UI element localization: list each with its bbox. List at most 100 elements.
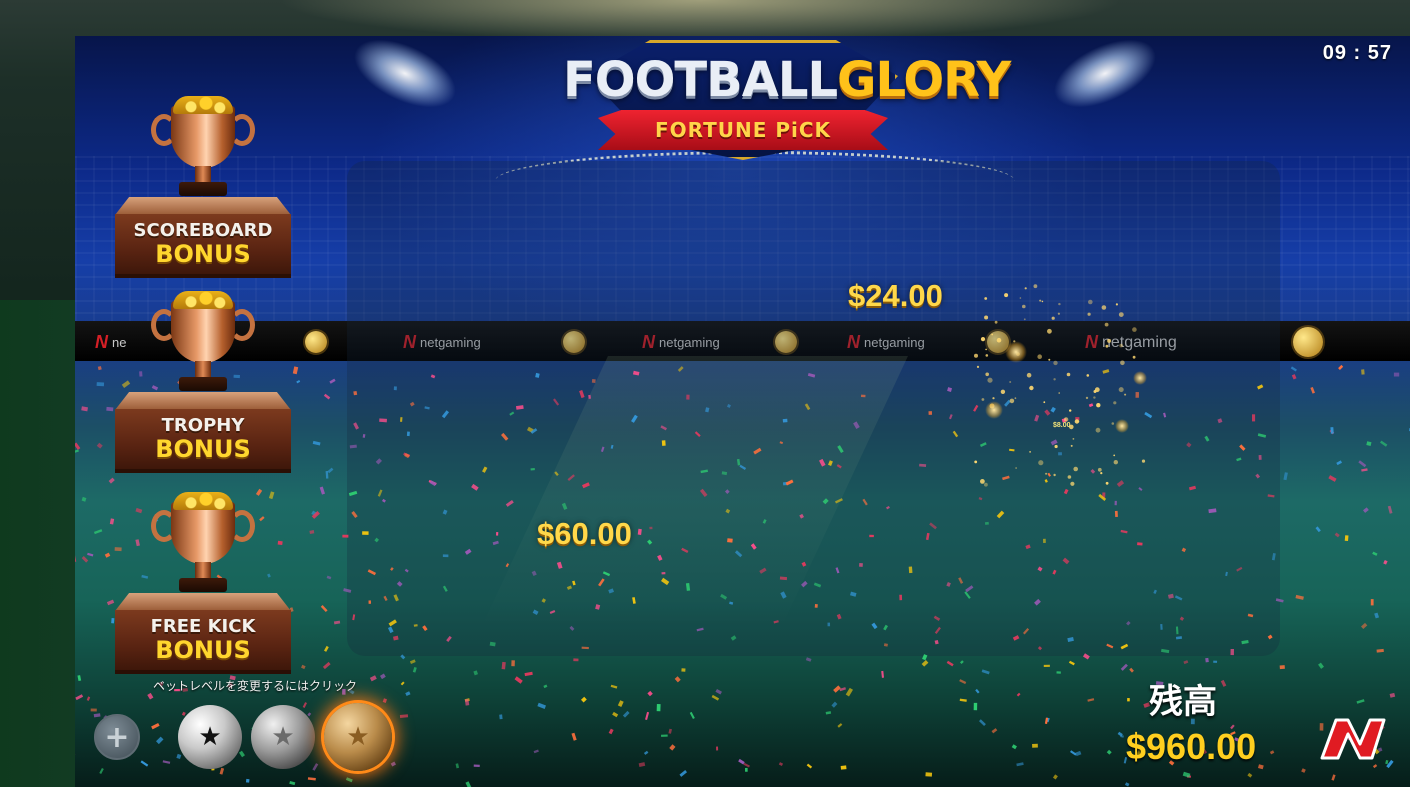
- sparkle-particle: [1086, 374, 1090, 377]
- sparkle-icon: [1115, 419, 1129, 433]
- netgaming-logo-icon[interactable]: [1318, 714, 1388, 762]
- confetti-piece: [959, 698, 967, 702]
- sparkle-particle: [1118, 312, 1124, 317]
- increase-bet-button[interactable]: +: [94, 714, 140, 760]
- confetti-piece: [541, 598, 546, 603]
- soccer-ball-icon: ★: [198, 722, 222, 752]
- confetti-piece: [978, 497, 983, 501]
- confetti-piece: [97, 366, 102, 371]
- sparkle-particle: [1054, 444, 1058, 449]
- confetti-piece: [1034, 414, 1040, 422]
- confetti-piece: [828, 460, 833, 467]
- confetti-piece: [1050, 406, 1056, 413]
- sparkle-particle: [1029, 451, 1031, 453]
- confetti-piece: [1032, 743, 1038, 748]
- confetti-piece: [677, 366, 684, 372]
- confetti-piece: [869, 534, 874, 538]
- confetti-piece: [465, 781, 472, 787]
- confetti-piece: [1163, 412, 1167, 418]
- confetti-piece: [1315, 526, 1321, 533]
- confetti-piece: [958, 577, 964, 584]
- trophy-icon: [171, 502, 235, 564]
- confetti-piece: [292, 366, 299, 375]
- sparkle-particle: [1093, 396, 1096, 399]
- confetti-piece: [1370, 599, 1374, 606]
- confetti-piece: [1090, 468, 1096, 474]
- bet-level-gold-ball-button[interactable]: ★: [324, 703, 392, 771]
- confetti-piece: [556, 561, 563, 569]
- confetti-piece: [1120, 734, 1124, 738]
- confetti-piece: [661, 577, 670, 586]
- confetti-piece: [1330, 427, 1334, 434]
- confetti-piece: [600, 446, 605, 453]
- confetti-piece: [390, 761, 397, 767]
- confetti-piece: [705, 407, 710, 413]
- confetti-piece: [1236, 566, 1243, 572]
- logo-title: FOOTBALLGLORY: [563, 54, 1011, 106]
- confetti-piece: [827, 622, 831, 627]
- sparkle-particle: [1067, 475, 1072, 479]
- bet-level-silver-ball-button[interactable]: ★: [251, 705, 315, 769]
- sparkle-particle: [1105, 481, 1109, 485]
- confetti-piece: [699, 488, 708, 498]
- confetti-piece: [933, 615, 941, 621]
- confetti-piece: [524, 671, 533, 677]
- confetti-piece: [622, 710, 630, 718]
- sparkle-particle: [1113, 454, 1116, 457]
- confetti-piece: [948, 414, 953, 420]
- confetti-piece: [807, 373, 816, 378]
- confetti-piece: [393, 594, 399, 602]
- confetti-piece: [720, 593, 728, 600]
- bet-level-black-ball-button[interactable]: ★: [178, 705, 242, 769]
- confetti-piece: [921, 659, 929, 667]
- sparkle-particle: [976, 365, 980, 368]
- confetti-piece: [1301, 768, 1306, 773]
- bonus-title: FREE KICK: [150, 616, 256, 637]
- confetti-piece: [883, 624, 888, 631]
- sparkle-particle: [1070, 481, 1075, 486]
- confetti-piece: [1225, 571, 1228, 577]
- sparkle-particle: [1014, 397, 1017, 400]
- confetti-piece: [571, 732, 577, 741]
- confetti-piece: [446, 635, 452, 642]
- confetti-piece: [532, 609, 539, 615]
- confetti-piece: [93, 713, 101, 718]
- trophy-icon: [171, 301, 235, 363]
- confetti-piece: [392, 635, 399, 641]
- confetti-piece: [424, 406, 430, 410]
- confetti-piece: [822, 498, 829, 505]
- podium: SCOREBOARD BONUS: [115, 214, 291, 278]
- sparkle-particle: [1022, 304, 1026, 309]
- confetti-piece: [1358, 460, 1367, 468]
- confetti-piece: [840, 765, 847, 770]
- confetti-piece: [831, 701, 838, 708]
- confetti-piece: [482, 466, 488, 473]
- sparkle-particle: [1039, 299, 1042, 302]
- confetti-piece: [1186, 442, 1192, 448]
- confetti-piece: [1116, 480, 1125, 487]
- confetti-piece: [1283, 472, 1288, 481]
- confetti-piece: [312, 763, 319, 771]
- sparkle-particle: [1029, 385, 1034, 391]
- confetti-piece: [952, 430, 959, 438]
- confetti-piece: [1376, 648, 1384, 653]
- confetti-piece: [1336, 460, 1342, 466]
- sparkle-particle: [1019, 297, 1022, 299]
- sparkle-particle: [1053, 378, 1056, 381]
- confetti-piece: [531, 570, 537, 577]
- confetti-piece: [647, 690, 653, 697]
- confetti-piece: [694, 431, 701, 438]
- confetti-piece: [1380, 440, 1388, 447]
- confetti-piece: [1068, 660, 1075, 666]
- sparkle-particle: [1073, 466, 1078, 472]
- confetti-piece: [1160, 624, 1163, 630]
- sparkle-particle: [1048, 358, 1051, 361]
- confetti-piece: [696, 627, 704, 632]
- confetti-piece: [75, 449, 79, 454]
- confetti-piece: [1236, 457, 1242, 462]
- confetti-piece: [679, 770, 687, 777]
- confetti-piece: [736, 458, 741, 466]
- confetti-piece: [353, 390, 358, 396]
- confetti-piece: [383, 595, 388, 602]
- confetti-piece: [1175, 636, 1183, 640]
